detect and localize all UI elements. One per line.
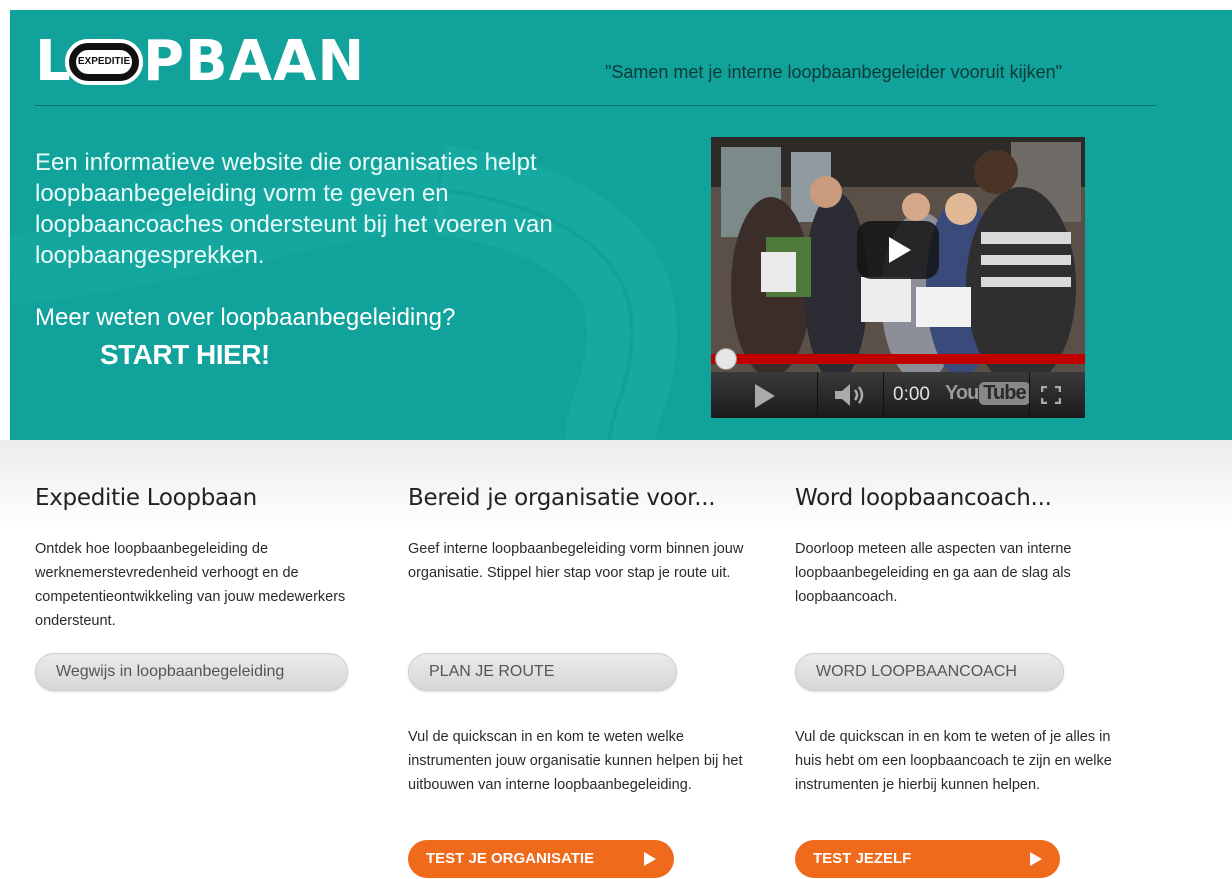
play-arrow-icon bbox=[644, 852, 656, 866]
control-divider bbox=[883, 372, 884, 418]
quickscan-text: Vul de quickscan in en kom te weten of j… bbox=[795, 729, 1112, 793]
test-jezelf-button[interactable]: TEST JEZELF bbox=[795, 840, 1060, 878]
control-divider bbox=[817, 372, 818, 418]
logo-badge: EXPEDITIE bbox=[65, 39, 143, 85]
column-text: Doorloop meteen alle aspecten van intern… bbox=[795, 541, 1072, 605]
youtube-logo-tube: Tube bbox=[979, 382, 1030, 405]
button-label: TEST JEZELF bbox=[813, 850, 912, 867]
column-text: Geef interne loopbaanbegeleiding vorm bi… bbox=[408, 541, 744, 581]
quickscan-text: Vul de quickscan in en kom te weten welk… bbox=[408, 729, 743, 793]
site-tagline: "Samen met je interne loopbaanbegeleider… bbox=[605, 62, 1063, 82]
logo-badge-text: EXPEDITIE bbox=[76, 50, 132, 74]
youtube-video-player[interactable]: 0:00 You Tube bbox=[711, 137, 1085, 418]
control-divider bbox=[1029, 372, 1030, 418]
play-arrow-icon bbox=[1030, 852, 1042, 866]
youtube-logo-you: You bbox=[945, 382, 979, 404]
video-progress-bar[interactable] bbox=[711, 354, 1085, 364]
fullscreen-icon[interactable] bbox=[1041, 386, 1061, 404]
logo-text-rest: PBAAN bbox=[143, 29, 366, 94]
start-here-link[interactable]: START HIER! bbox=[100, 339, 270, 371]
video-progress-handle[interactable] bbox=[715, 348, 737, 370]
video-controls-bar: 0:00 You Tube bbox=[711, 372, 1085, 418]
column-title: Expeditie Loopbaan bbox=[35, 485, 257, 511]
wegwijs-button[interactable]: Wegwijs in loopbaanbegeleiding bbox=[35, 653, 348, 691]
word-loopbaancoach-button[interactable]: WORD LOOPBAANCOACH bbox=[795, 653, 1064, 691]
content-section: Expeditie Loopbaan Ontdek hoe loopbaanbe… bbox=[0, 440, 1232, 879]
column-text: Ontdek hoe loopbaanbegeleiding de werkne… bbox=[35, 541, 346, 629]
hero-description: Een informatieve website die organisatie… bbox=[35, 149, 553, 269]
header-divider bbox=[35, 105, 1156, 106]
play-icon[interactable] bbox=[755, 384, 775, 408]
video-play-overlay-button[interactable] bbox=[857, 221, 939, 279]
column-title: Word loopbaancoach... bbox=[795, 485, 1052, 511]
button-label: TEST JE ORGANISATIE bbox=[426, 850, 595, 867]
hero-more-question: Meer weten over loopbaanbegeleiding? bbox=[35, 304, 456, 331]
youtube-logo[interactable]: You Tube bbox=[945, 382, 1030, 405]
play-icon bbox=[889, 237, 911, 263]
column-title: Bereid je organisatie voor... bbox=[408, 485, 716, 511]
plan-je-route-button[interactable]: PLAN JE ROUTE bbox=[408, 653, 677, 691]
hero-banner: L EXPEDITIE PBAAN "Samen met je interne … bbox=[10, 10, 1232, 440]
test-je-organisatie-button[interactable]: TEST JE ORGANISATIE bbox=[408, 840, 674, 878]
video-time-display: 0:00 bbox=[893, 384, 930, 405]
volume-icon[interactable] bbox=[831, 382, 871, 408]
